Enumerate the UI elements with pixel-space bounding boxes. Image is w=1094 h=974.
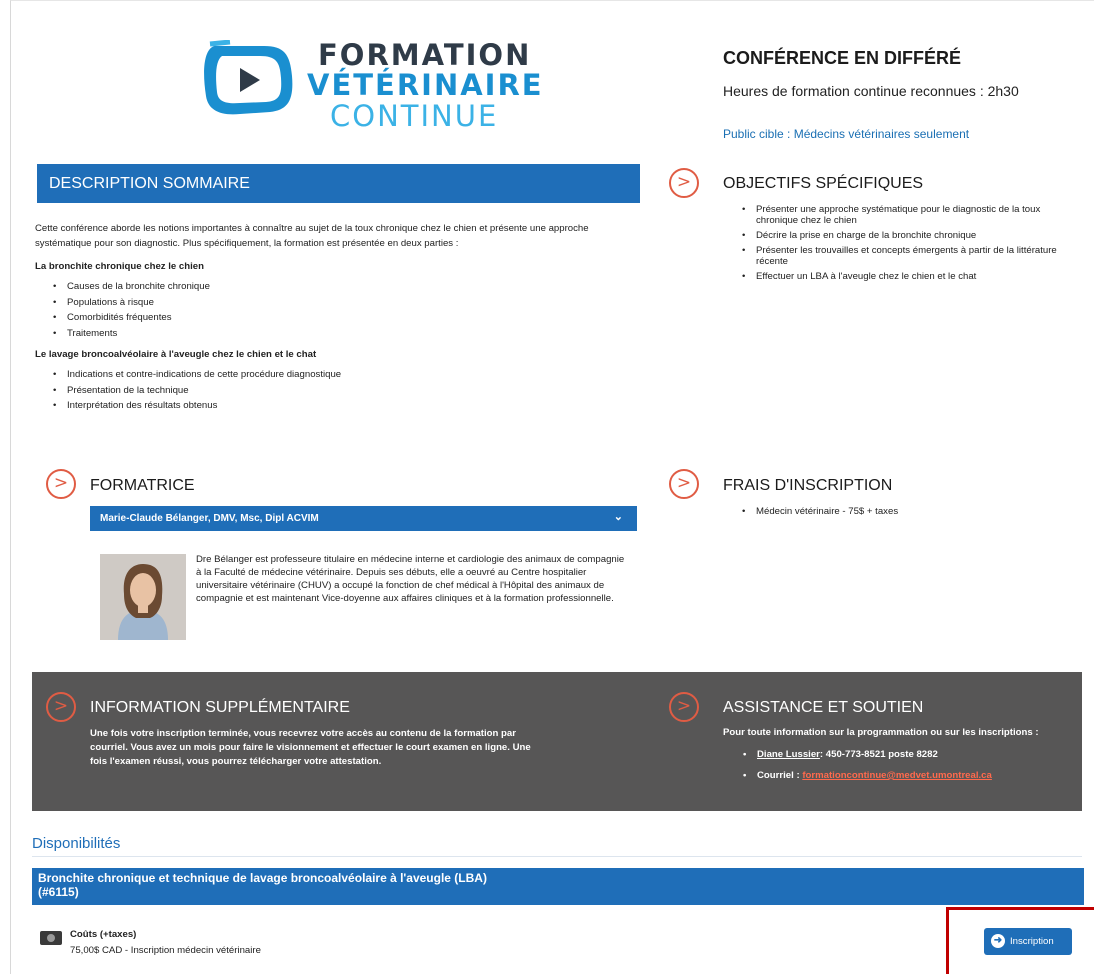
list-item: Diane Lussier: 450-773-8521 poste 8282 <box>741 749 992 760</box>
part2-list: Indications et contre-indications de cet… <box>35 367 635 414</box>
description-intro: Cette conférence aborde les notions impo… <box>35 223 589 249</box>
logo-text-formation: FORMATION <box>318 38 532 72</box>
inscription-button[interactable]: ➜ Inscription <box>984 928 1072 955</box>
list-item: Traitements <box>35 326 635 342</box>
frais-list: Médecin vétérinaire - 75$ + taxes <box>738 506 898 517</box>
list-item: Présentation de la technique <box>35 383 635 399</box>
chevron-right-circle-icon: > <box>669 692 699 722</box>
part1-title: La bronchite chronique chez le chien <box>35 261 204 272</box>
email-link[interactable]: formationcontinue@medvet.umontreal.ca <box>802 770 992 781</box>
chevron-right-circle-icon: > <box>669 469 699 499</box>
assistance-title: ASSISTANCE ET SOUTIEN <box>723 699 924 716</box>
logo-text-continue: CONTINUE <box>330 99 499 133</box>
conference-hours: Heures de formation continue reconnues :… <box>723 83 1019 99</box>
assistance-intro: Pour toute information sur la programmat… <box>723 727 1039 738</box>
part1-list: Causes de la bronchite chronique Populat… <box>35 279 635 341</box>
assistance-list: Diane Lussier: 450-773-8521 poste 8282 C… <box>741 749 992 791</box>
course-title: Bronchite chronique et technique de lava… <box>38 871 487 885</box>
logo-text-veterinaire: VÉTÉRINAIRE <box>307 68 544 102</box>
objectifs-list: Présenter une approche systématique pour… <box>738 204 1068 286</box>
public-cible: Public cible : Médecins vétérinaires seu… <box>723 127 970 141</box>
course-title-bar: Bronchite chronique et technique de lava… <box>32 868 1084 905</box>
chevron-down-icon[interactable]: ⌄ <box>614 510 623 523</box>
disponibilites-title: Disponibilités <box>32 835 121 852</box>
objectifs-title: OBJECTIFS SPÉCIFIQUES <box>723 175 924 192</box>
trainer-photo <box>100 554 186 640</box>
inscription-label: Inscription <box>1010 936 1054 947</box>
info-title: INFORMATION SUPPLÉMENTAIRE <box>90 699 350 716</box>
contact-name-link[interactable]: Diane Lussier <box>757 749 820 760</box>
conference-title: CONFÉRENCE EN DIFFÉRÉ <box>723 48 962 68</box>
contact-phone: : 450-773-8521 poste 8282 <box>819 749 938 760</box>
info-text: Une fois votre inscription terminée, vou… <box>90 728 531 767</box>
play-video-icon <box>204 40 293 115</box>
part2-title: Le lavage broncoalvéolaire à l'aveugle c… <box>35 349 317 360</box>
list-item: Présenter une approche systématique pour… <box>738 204 1068 226</box>
description-body: Cette conférence aborde les notions impo… <box>35 221 635 420</box>
list-item: Populations à risque <box>35 295 635 311</box>
cost-label: Coûts (+taxes) <box>70 929 137 940</box>
chevron-right-circle-icon: > <box>669 168 699 198</box>
email-label: Courriel : <box>757 770 803 781</box>
list-item: Comorbidités fréquentes <box>35 310 635 326</box>
course-code: (#6115) <box>38 885 79 899</box>
list-item: Médecin vétérinaire - 75$ + taxes <box>738 506 898 517</box>
divider <box>32 856 1082 857</box>
frais-title: FRAIS D'INSCRIPTION <box>723 477 893 494</box>
cost-detail: 75,00$ CAD - Inscription médecin vétérin… <box>70 945 261 956</box>
chevron-right-circle-icon: > <box>46 692 76 722</box>
list-item: Indications et contre-indications de cet… <box>35 367 635 383</box>
money-icon <box>40 931 62 945</box>
formatrice-title: FORMATRICE <box>90 477 195 494</box>
list-item: Décrire la prise en charge de la bronchi… <box>738 230 1068 241</box>
trainer-bio: Dre Bélanger est professeure titulaire e… <box>196 554 625 604</box>
trainer-accordion[interactable]: Marie-Claude Bélanger, DMV, Msc, Dipl AC… <box>90 506 637 531</box>
list-item: Interprétation des résultats obtenus <box>35 398 635 414</box>
list-item: Causes de la bronchite chronique <box>35 279 635 295</box>
arrow-right-circle-icon: ➜ <box>991 934 1005 948</box>
trainer-name: Marie-Claude Bélanger, DMV, Msc, Dipl AC… <box>100 513 319 524</box>
list-item: Présenter les trouvailles et concepts ém… <box>738 245 1068 267</box>
chevron-right-circle-icon: > <box>46 469 76 499</box>
description-header: DESCRIPTION SOMMAIRE <box>37 164 640 203</box>
list-item: Effectuer un LBA à l'aveugle chez le chi… <box>738 271 1068 282</box>
list-item: Courriel : formationcontinue@medvet.umon… <box>741 770 992 781</box>
